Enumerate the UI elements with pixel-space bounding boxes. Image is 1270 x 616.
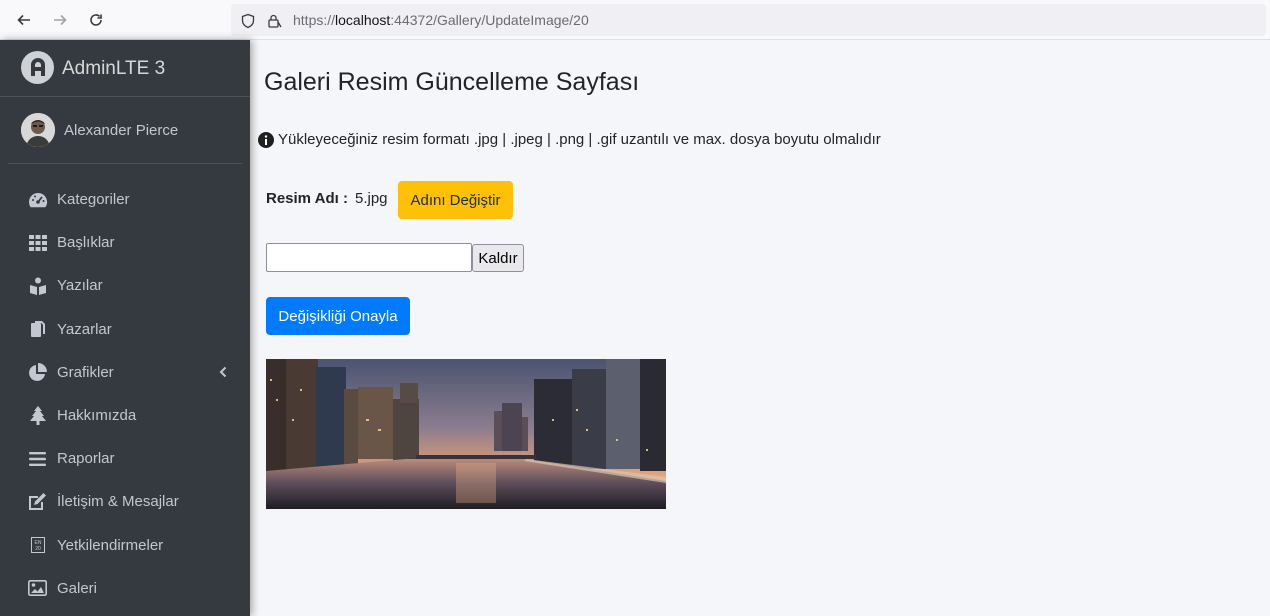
sidebar-item-label: Galeri [57, 579, 98, 597]
sidebar-item-label: Yazarlar [57, 320, 112, 338]
language-icon: EN 20 [27, 535, 48, 556]
sidebar-item-label: Yazılar [57, 277, 103, 295]
sidebar-item-hakkimizda[interactable]: Hakkımızda [0, 394, 250, 437]
back-icon[interactable] [12, 8, 36, 32]
upload-info: Yükleyeceğiniz resim formatı .jpg | .jpe… [258, 131, 881, 148]
sidebar-item-raporlar[interactable]: Raporlar [0, 437, 250, 480]
image-name-value: 5.jpg [355, 190, 388, 207]
sidebar-item-yazilar[interactable]: Yazılar [0, 264, 250, 307]
chevron-left-icon[interactable] [218, 365, 228, 379]
grid-icon [27, 232, 48, 253]
sidebar-menu: Kategoriler Başlıklar Yazılar Yazarlar G… [0, 178, 250, 610]
info-circle-icon [258, 131, 274, 148]
sidebar-item-label: Yetkilendirmeler [57, 536, 164, 554]
rename-button[interactable]: Adını Değiştir [398, 181, 513, 219]
file-name-input[interactable] [266, 243, 472, 272]
forward-icon[interactable] [48, 8, 72, 32]
tachometer-icon [27, 189, 48, 210]
sidebar: AdminLTE 3 Alexander Pierce Kategoriler [0, 40, 250, 616]
sidebar-item-grafikler[interactable]: Grafikler [0, 351, 250, 394]
sidebar-item-iletisim-mesajlar[interactable]: İletişim & Mesajlar [0, 480, 250, 523]
browser-toolbar: https://localhost:44372/Gallery/UpdateIm… [0, 0, 1270, 40]
sidebar-item-kategoriler[interactable]: Kategoriler [0, 178, 250, 221]
brand-text: AdminLTE 3 [62, 58, 166, 79]
lock-warning-icon[interactable] [265, 12, 283, 30]
image-name-label: Resim Adı : [266, 190, 348, 207]
sidebar-item-basliklar[interactable]: Başlıklar [0, 221, 250, 264]
sidebar-item-label: Hakkımızda [57, 407, 137, 425]
list-icon [27, 448, 48, 469]
sidebar-item-galeri[interactable]: Galeri [0, 567, 250, 610]
image-icon [27, 578, 48, 599]
shield-icon[interactable] [239, 12, 257, 30]
copy-icon [27, 319, 48, 340]
sidebar-item-label: Başlıklar [57, 234, 115, 252]
remove-button[interactable]: Kaldır [472, 244, 524, 272]
url-text: https://localhost:44372/Gallery/UpdateIm… [293, 12, 589, 28]
sidebar-item-yazarlar[interactable]: Yazarlar [0, 308, 250, 351]
pie-chart-icon [27, 362, 48, 383]
sidebar-item-label: İletişim & Mesajlar [57, 493, 179, 511]
sidebar-item-label: Kategoriler [57, 191, 130, 209]
sidebar-item-label: Raporlar [57, 450, 115, 468]
user-name[interactable]: Alexander Pierce [64, 122, 178, 139]
page-title: Galeri Resim Güncelleme Sayfası [264, 68, 640, 96]
brand-logo [21, 51, 54, 84]
sidebar-item-label: Grafikler [57, 363, 114, 381]
avatar [21, 113, 55, 147]
sidebar-item-yetkilendirmeler[interactable]: EN 20 Yetkilendirmeler [0, 524, 250, 567]
confirm-change-button[interactable]: Değişikliği Onayla [266, 297, 410, 335]
content-wrapper: Galeri Resim Güncelleme Sayfası Yükleyec… [250, 40, 1270, 616]
address-bar[interactable]: https://localhost:44372/Gallery/UpdateIm… [231, 4, 1266, 36]
gallery-image-preview [266, 359, 666, 509]
reload-icon[interactable] [84, 8, 108, 32]
book-reader-icon [27, 275, 48, 296]
brand-link[interactable]: AdminLTE 3 [0, 40, 250, 97]
edit-icon [27, 491, 48, 512]
tree-icon [27, 405, 48, 426]
upload-info-text: Yükleyeceğiniz resim formatı .jpg | .jpe… [278, 131, 881, 148]
user-panel[interactable]: Alexander Pierce [8, 97, 242, 164]
svg-text:20: 20 [35, 546, 41, 552]
